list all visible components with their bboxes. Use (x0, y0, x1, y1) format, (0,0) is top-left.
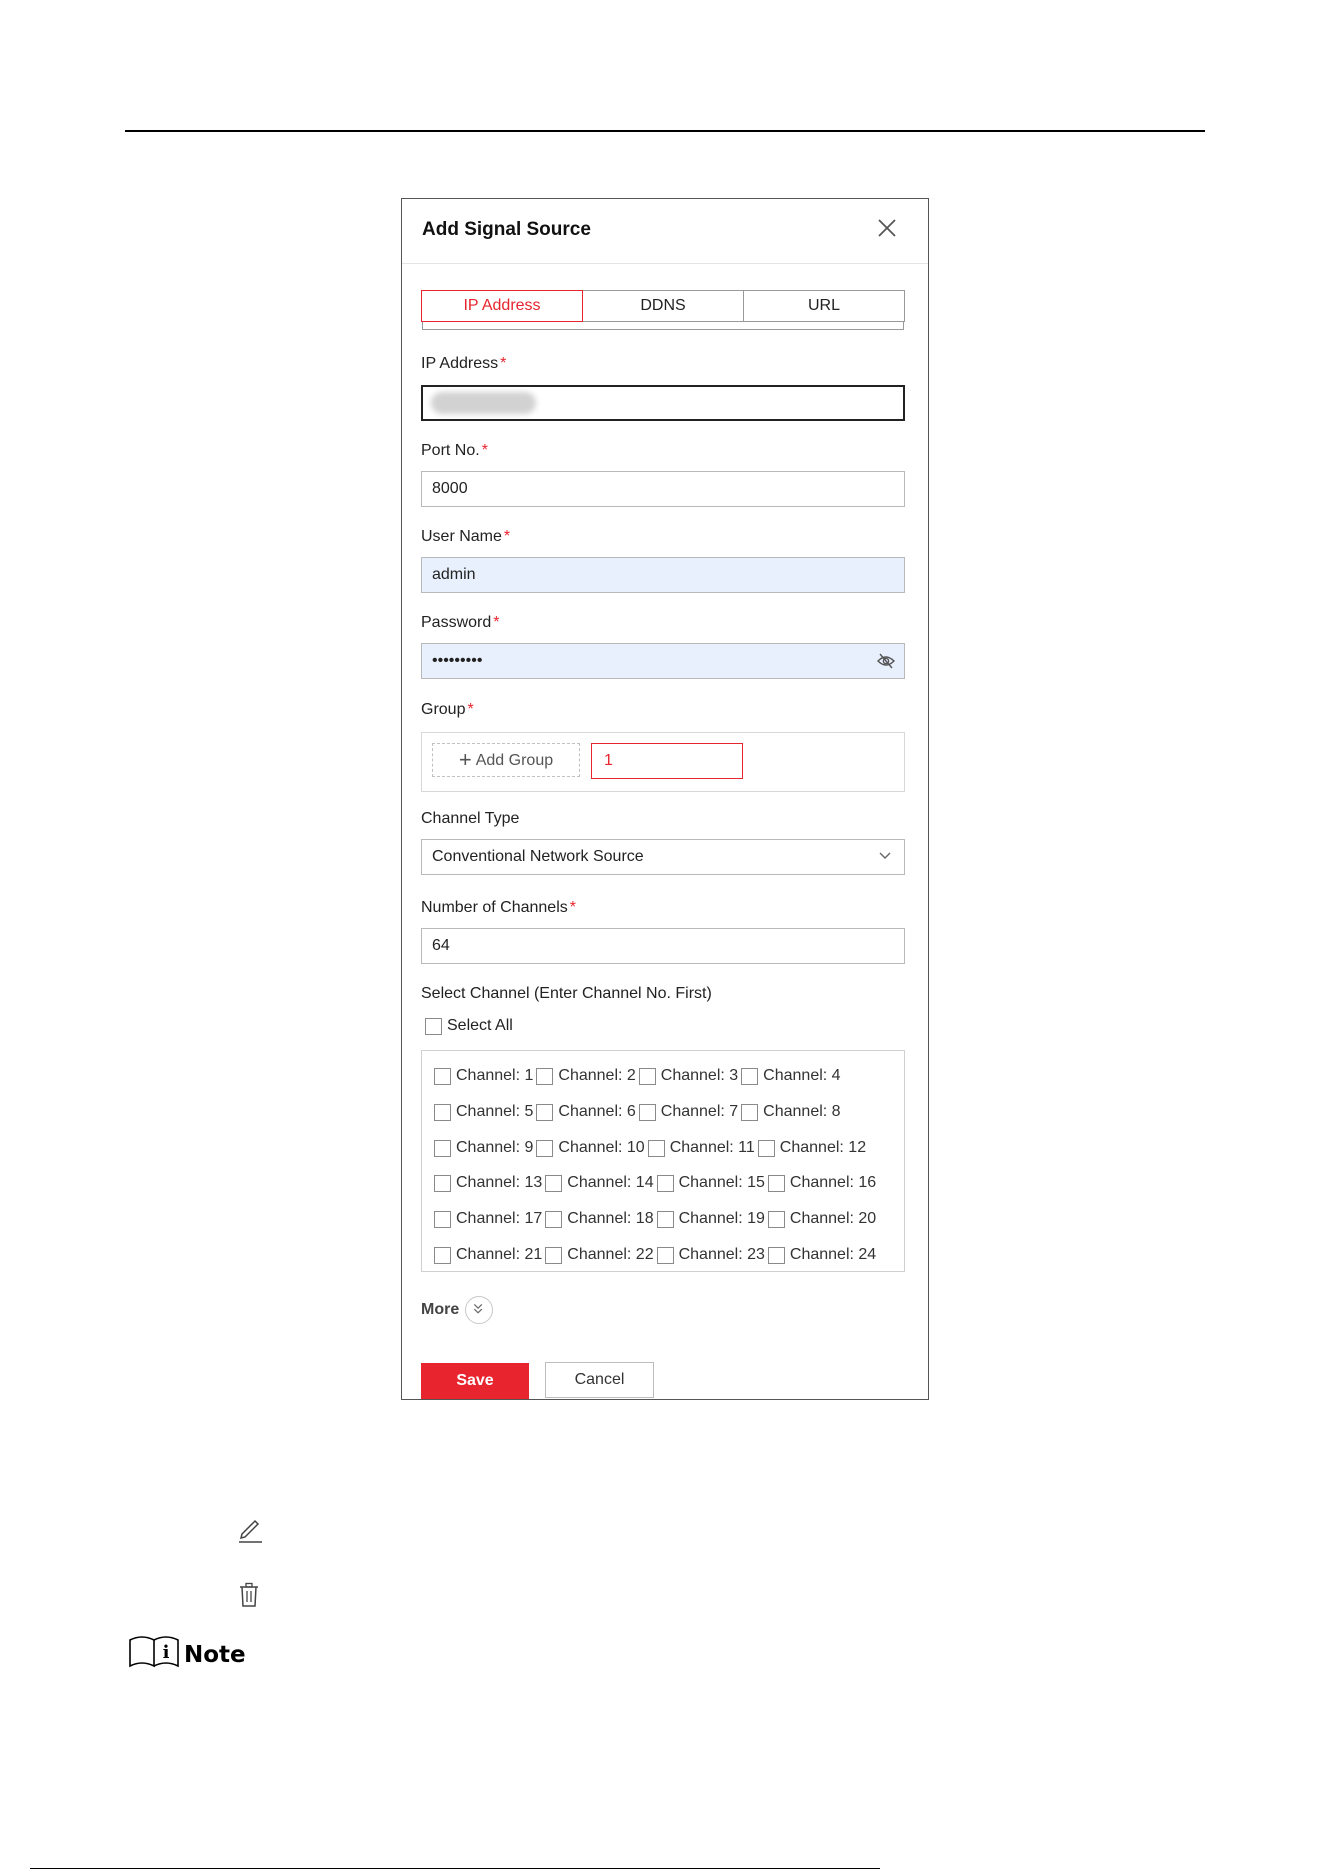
channel-checkbox[interactable]: Channel: 2 (536, 1067, 636, 1085)
ip-address-input[interactable] (421, 385, 905, 421)
channel-type-value: Conventional Network Source (432, 848, 644, 865)
channel-checkbox[interactable]: Channel: 17 (434, 1210, 542, 1228)
channel-checkbox[interactable]: Channel: 1 (434, 1067, 533, 1085)
add-group-button[interactable]: + Add Group (432, 743, 580, 777)
hide-password-icon[interactable] (876, 652, 896, 670)
channel-row: Channel: 5 Channel: 6 Channel: 7 Channel… (434, 1101, 844, 1123)
channel-checkbox[interactable]: Channel: 24 (767, 1246, 876, 1264)
channel-checkbox[interactable]: Channel: 20 (767, 1210, 876, 1228)
channel-checkbox[interactable]: Channel: 8 (741, 1103, 841, 1121)
channel-checkbox[interactable]: Channel: 7 (638, 1103, 738, 1121)
note-callout: i Note (128, 1632, 246, 1668)
channel-checkbox[interactable]: Channel: 3 (638, 1067, 738, 1085)
select-all-checkbox[interactable]: Select All (425, 1017, 513, 1035)
tab-url[interactable]: URL (743, 290, 905, 322)
channel-checkbox[interactable]: Channel: 11 (647, 1139, 755, 1157)
port-input[interactable]: 8000 (421, 471, 905, 507)
number-of-channels-label: Number of Channels * (421, 899, 576, 916)
select-channel-label: Select Channel (Enter Channel No. First) (421, 985, 712, 1002)
channel-checkbox[interactable]: Channel: 5 (434, 1103, 533, 1121)
chevron-down-icon (879, 852, 891, 859)
page-header-rule (125, 130, 1205, 132)
plus-icon: + (458, 747, 472, 772)
trash-icon (240, 1582, 258, 1607)
svg-text:i: i (163, 1642, 170, 1663)
channel-checkbox[interactable]: Channel: 13 (434, 1174, 542, 1192)
channel-row: Channel: 21 Channel: 22 Channel: 23 Chan… (434, 1244, 879, 1266)
group-chip[interactable]: 1 (591, 743, 743, 779)
password-input[interactable]: ••••••••• (421, 643, 905, 679)
cancel-button[interactable]: Cancel (545, 1362, 654, 1398)
channel-checkbox[interactable]: Channel: 19 (656, 1210, 765, 1228)
channel-type-label: Channel Type (421, 810, 520, 827)
channel-checkbox[interactable]: Channel: 12 (757, 1139, 866, 1157)
channel-checkbox[interactable]: Channel: 15 (656, 1174, 765, 1192)
ip-address-label: IP Address * (421, 355, 507, 372)
channel-checkbox[interactable]: Channel: 21 (434, 1246, 542, 1264)
channel-checkbox[interactable]: Channel: 4 (741, 1067, 841, 1085)
tab-ip-address[interactable]: IP Address (421, 290, 583, 322)
group-label: Group * (421, 701, 474, 718)
double-chevron-down-icon (465, 1296, 494, 1324)
channel-checkbox[interactable]: Channel: 23 (656, 1246, 765, 1264)
channel-checkbox[interactable]: Channel: 6 (536, 1103, 636, 1121)
note-label: Note (184, 1642, 246, 1668)
tab-ddns[interactable]: DDNS (582, 290, 744, 322)
channel-checkbox[interactable]: Channel: 22 (545, 1246, 654, 1264)
channel-checkbox[interactable]: Channel: 14 (545, 1174, 654, 1192)
number-of-channels-input[interactable]: 64 (421, 928, 905, 964)
close-icon[interactable] (872, 213, 902, 243)
user-name-label: User Name * (421, 528, 511, 545)
password-value: ••••••••• (432, 652, 483, 669)
channel-type-select[interactable]: Conventional Network Source (421, 839, 905, 875)
page-footer-rule (30, 1868, 880, 1869)
note-book-icon: i (129, 1636, 179, 1668)
channel-row: Channel: 1 Channel: 2 Channel: 3 Channel… (434, 1065, 844, 1087)
dialog-title: Add Signal Source (422, 219, 591, 240)
channel-checkbox[interactable]: Channel: 10 (536, 1139, 645, 1157)
more-toggle[interactable]: More (421, 1296, 494, 1324)
checkbox-icon (425, 1017, 442, 1035)
address-type-tabs: IP Address DDNS URL (421, 290, 905, 331)
group-container: + Add Group 1 (421, 732, 905, 792)
channel-row: Channel: 13 Channel: 14 Channel: 15 Chan… (434, 1172, 879, 1194)
edit-pencil-icon (239, 1519, 262, 1543)
user-name-input[interactable]: admin (421, 557, 905, 593)
redacted-ip-value (431, 392, 536, 414)
channel-list: Channel: 1 Channel: 2 Channel: 3 Channel… (421, 1050, 905, 1272)
add-signal-source-dialog: Add Signal Source IP Address DDNS URL IP… (401, 198, 929, 1400)
password-label: Password * (421, 614, 500, 631)
channel-row: Channel: 9 Channel: 10 Channel: 11 Chann… (434, 1137, 869, 1159)
dialog-header: Add Signal Source (402, 199, 928, 264)
channel-checkbox[interactable]: Channel: 18 (545, 1210, 654, 1228)
save-button[interactable]: Save (421, 1363, 529, 1399)
tab-bar-base (422, 321, 904, 330)
channel-checkbox[interactable]: Channel: 9 (434, 1139, 533, 1157)
channel-checkbox[interactable]: Channel: 16 (767, 1174, 876, 1192)
channel-row: Channel: 17 Channel: 18 Channel: 19 Chan… (434, 1208, 879, 1230)
port-label: Port No. * (421, 442, 488, 459)
